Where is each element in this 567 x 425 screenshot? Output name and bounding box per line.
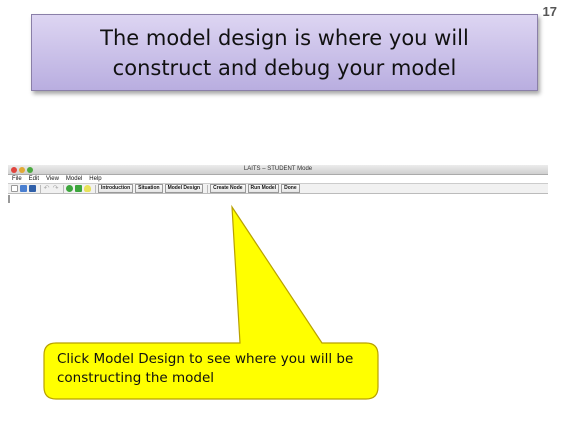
callout-text: Click Model Design to see where you will…	[57, 351, 354, 386]
